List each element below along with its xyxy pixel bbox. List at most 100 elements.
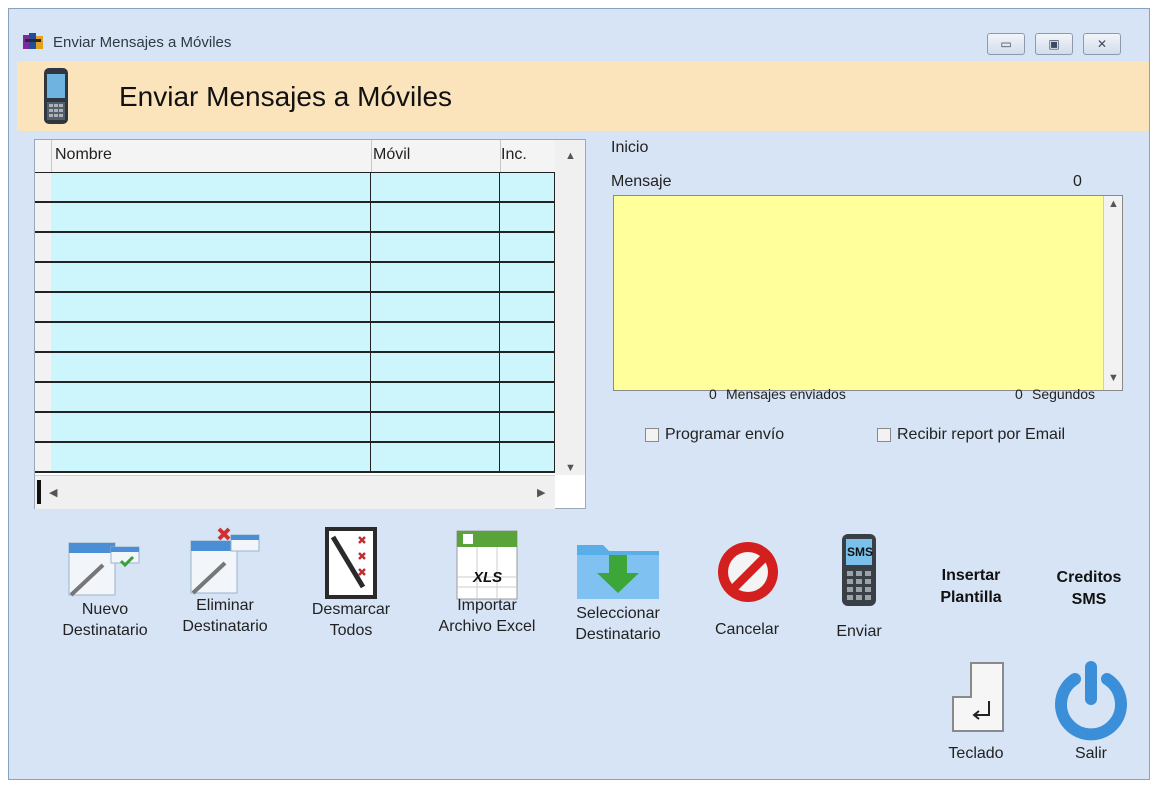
cell-inc[interactable] xyxy=(500,263,555,293)
table-row[interactable] xyxy=(35,293,555,323)
message-textarea[interactable]: ▲ ▼ xyxy=(613,195,1123,391)
scroll-up-arrow-icon[interactable]: ▲ xyxy=(565,150,576,162)
table-row[interactable] xyxy=(35,203,555,233)
table-row[interactable] xyxy=(35,323,555,353)
grid-header: Nombre Móvil Inc. xyxy=(35,140,555,174)
char-count: 0 xyxy=(1073,173,1082,190)
cell-inc[interactable] xyxy=(500,293,555,323)
delete-recipient-button[interactable]: Eliminar Destinatario xyxy=(161,509,289,649)
scroll-down-arrow-icon[interactable]: ▼ xyxy=(1108,372,1119,384)
cell-nombre[interactable] xyxy=(51,293,371,323)
scroll-right-arrow-icon[interactable]: ▶ xyxy=(537,486,545,499)
new-recipient-label: Nuevo Destinatario xyxy=(62,601,148,639)
sms-badge: SMS xyxy=(847,545,874,559)
import-excel-button[interactable]: XLS Importar Archivo Excel xyxy=(423,509,551,649)
recipients-grid[interactable]: Nombre Móvil Inc. ▲ ▼ ◀ ▶ xyxy=(34,139,586,509)
column-header-movil[interactable]: Móvil xyxy=(373,146,410,164)
scroll-left-arrow-icon[interactable]: ◀ xyxy=(49,486,57,499)
row-header[interactable] xyxy=(35,263,51,293)
table-row[interactable] xyxy=(35,413,555,443)
cell-inc[interactable] xyxy=(500,323,555,353)
row-header[interactable] xyxy=(35,413,51,443)
cell-inc[interactable] xyxy=(500,173,555,203)
cell-movil[interactable] xyxy=(371,173,500,203)
table-row[interactable] xyxy=(35,173,555,203)
minimize-button[interactable]: ▭ xyxy=(987,33,1025,55)
row-header[interactable] xyxy=(35,443,51,473)
credits-sms-button[interactable]: Creditos SMS xyxy=(1039,567,1139,611)
row-header[interactable] xyxy=(35,353,51,383)
column-header-nombre[interactable]: Nombre xyxy=(55,146,112,164)
cell-inc[interactable] xyxy=(500,203,555,233)
cell-inc[interactable] xyxy=(500,443,555,473)
cell-movil[interactable] xyxy=(371,353,500,383)
row-header[interactable] xyxy=(35,323,51,353)
send-button[interactable]: SMS Enviar xyxy=(821,509,897,649)
unmark-all-button[interactable]: Desmarcar Todos xyxy=(299,509,403,659)
schedule-label[interactable]: Programar envío xyxy=(665,426,784,444)
new-recipient-button[interactable]: Nuevo Destinatario xyxy=(49,509,161,649)
schedule-checkbox[interactable] xyxy=(645,428,659,442)
table-row[interactable] xyxy=(35,233,555,263)
message-scrollbar[interactable]: ▲ ▼ xyxy=(1103,196,1122,390)
cell-nombre[interactable] xyxy=(51,233,371,263)
cell-movil[interactable] xyxy=(371,443,500,473)
email-report-label[interactable]: Recibir report por Email xyxy=(897,426,1065,444)
cell-inc[interactable] xyxy=(500,413,555,443)
scroll-down-arrow-icon[interactable]: ▼ xyxy=(565,462,576,474)
select-recipient-button[interactable]: Seleccionar Destinatario xyxy=(555,509,681,659)
cell-inc[interactable] xyxy=(500,233,555,263)
insert-template-button[interactable]: Insertar Plantilla xyxy=(921,565,1021,609)
row-header[interactable] xyxy=(35,293,51,323)
mobile-phone-icon xyxy=(44,68,68,124)
excel-file-icon xyxy=(456,530,518,600)
keyboard-button[interactable]: Teclado xyxy=(931,657,1021,779)
scroll-position-marker xyxy=(37,480,41,504)
main-window: Enviar Mensajes a Móviles ▭ ▣ ✕ Enviar M… xyxy=(8,8,1150,780)
cell-nombre[interactable] xyxy=(51,413,371,443)
cell-nombre[interactable] xyxy=(51,323,371,353)
table-row[interactable] xyxy=(35,383,555,413)
delete-recipient-label: Eliminar Destinatario xyxy=(182,597,268,635)
table-row[interactable] xyxy=(35,353,555,383)
cell-movil[interactable] xyxy=(371,383,500,413)
row-header[interactable] xyxy=(35,383,51,413)
cell-movil[interactable] xyxy=(371,203,500,233)
row-header[interactable] xyxy=(35,233,51,263)
cell-nombre[interactable] xyxy=(51,443,371,473)
table-row[interactable] xyxy=(35,443,555,473)
sent-label: Mensajes enviados xyxy=(726,386,846,402)
grid-vertical-scrollbar[interactable]: ▲ ▼ xyxy=(555,140,585,475)
row-header[interactable] xyxy=(35,173,51,203)
cell-nombre[interactable] xyxy=(51,173,371,203)
import-excel-label: Importar Archivo Excel xyxy=(438,597,536,635)
sent-count: 0 xyxy=(709,386,717,402)
cell-inc[interactable] xyxy=(500,383,555,413)
email-report-checkbox[interactable] xyxy=(877,428,891,442)
window-title: Enviar Mensajes a Móviles xyxy=(53,34,232,51)
cell-inc[interactable] xyxy=(500,353,555,383)
cell-movil[interactable] xyxy=(371,263,500,293)
keyboard-label: Teclado xyxy=(948,745,1004,762)
exit-button[interactable]: Salir xyxy=(1043,657,1139,779)
close-button[interactable]: ✕ xyxy=(1083,33,1121,55)
cell-nombre[interactable] xyxy=(51,383,371,413)
seconds-label: Segundos xyxy=(1032,386,1096,402)
cell-nombre[interactable] xyxy=(51,263,371,293)
grid-horizontal-scrollbar[interactable]: ◀ ▶ xyxy=(35,475,555,509)
cancel-button[interactable]: Cancelar xyxy=(697,509,797,649)
new-recipient-icon xyxy=(68,542,140,597)
cell-movil[interactable] xyxy=(371,323,500,353)
folder-download-icon xyxy=(577,545,659,599)
row-header[interactable] xyxy=(35,203,51,233)
cell-nombre[interactable] xyxy=(51,203,371,233)
maximize-button[interactable]: ▣ xyxy=(1035,33,1073,55)
cell-movil[interactable] xyxy=(371,413,500,443)
column-header-inc[interactable]: Inc. xyxy=(501,146,527,164)
scroll-up-arrow-icon[interactable]: ▲ xyxy=(1108,198,1119,210)
table-row[interactable] xyxy=(35,263,555,293)
cell-movil[interactable] xyxy=(371,293,500,323)
cell-movil[interactable] xyxy=(371,233,500,263)
cancel-label: Cancelar xyxy=(714,621,780,638)
cell-nombre[interactable] xyxy=(51,353,371,383)
